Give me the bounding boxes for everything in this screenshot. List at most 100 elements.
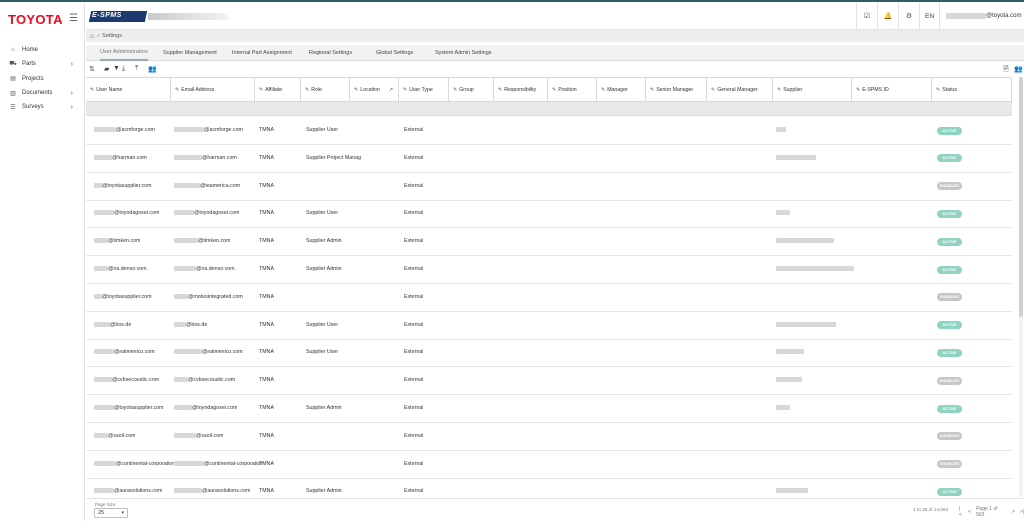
label-icon[interactable]: ▰ [104,65,109,73]
tab-regional-settings[interactable]: Regional Settings [309,45,352,61]
tab-internal-part-assignment[interactable]: Internal Part Assignment [232,45,292,61]
sidebar-item-projects[interactable]: ▤ Projects [0,72,85,86]
cell-user-type-text: External [404,432,424,439]
sidebar-item-home[interactable]: ⌂ Home [0,43,85,57]
tab-system-admin-settings[interactable]: System Admin Settings [435,45,492,61]
sort-icon[interactable]: ⇅ [89,65,95,73]
status-badge: ACTIVE [937,209,962,218]
pencil-icon: ✎ [777,87,782,93]
table-row[interactable]: @ssoil.com @ssoil.com TMNA External DISABLED [86,423,1012,451]
table-row[interactable]: @toyotasupplier.com @toyodagosei.com TMNA S… [86,395,1012,423]
column-header-status[interactable]: ✎ Status [932,78,1012,102]
table-row[interactable]: @toyodagosei.com @toyodagosei.com TMNA Supp… [86,200,1012,229]
last-page-icon[interactable]: >| [1020,509,1024,515]
tab-supplier-management[interactable]: Supplier Management [163,45,217,61]
table-row[interactable]: @bos.de @bos.de TMNA Supplier User External A… [86,312,1012,340]
table-row[interactable]: @aurasolutions.com @aurasolutions.com TMNA… [86,478,1012,498]
cell-role: Supplier Admin [306,488,342,494]
cell-user-name-text: @toyodagosei.com [114,210,160,217]
grid-filter-row[interactable] [86,102,1012,116]
column-header-user-type[interactable]: ✎ User Type [399,78,449,102]
sidebar-item-parts[interactable]: ⛟ Parts › [0,57,85,71]
column-header-group[interactable]: ✎ Group [449,78,494,102]
pencil-icon: ✎ [453,87,458,93]
column-header-affiliate[interactable]: ✎ Affiliate [255,78,301,102]
redacted-supplier [776,488,808,494]
download-icon[interactable]: ⤓ [122,65,125,73]
settings-gear-icon[interactable]: ⚙ [898,2,919,30]
sidebar-item-label: Parts [22,61,37,68]
table-row[interactable]: @na.denso.com @na.denso.com TMNA Supplier A… [86,256,1012,284]
upload-icon[interactable]: ⤒ [135,65,138,73]
table-row[interactable]: @harman.com @harman.com TMNA Supplier Proje… [86,145,1012,173]
column-header-user-name[interactable]: ✎ User Name [86,78,171,102]
column-header-responsibility[interactable]: ✎ Responsibility [494,78,548,102]
status-badge: ACTIVE [937,404,962,413]
next-page-icon[interactable]: > [1012,509,1015,515]
table-row[interactable]: @continental-corporation @continental-cor… [86,451,1012,479]
hamburger-menu-icon[interactable]: ☰ [69,13,78,24]
cell-role: Supplier User [306,322,338,328]
cell-user-type: External [404,433,423,439]
home-icon[interactable]: ⌂ [90,33,94,40]
column-header-location[interactable]: ✎ Location ↗ [350,78,399,102]
table-row[interactable]: @cvbsecoustic.com @cvbsecoustic.com TMNA Ex… [86,367,1012,396]
notifications-bell-icon[interactable]: 🔔 [877,2,898,30]
page-size-select[interactable]: 25 ▾ [94,508,128,518]
cell-user-name-text: @continental-corporation [116,460,176,467]
redacted-text [174,488,202,494]
scrollbar-thumb[interactable] [1019,77,1023,317]
cell-user-type: External [404,238,423,244]
redacted-text [174,154,202,160]
vertical-scrollbar[interactable] [1019,77,1023,497]
users-icon[interactable]: 👥 [148,65,157,73]
user-account-menu[interactable]: @toyota.com [939,2,1024,30]
cell-affiliate-text: TMNA [259,432,275,439]
redacted-supplier [776,154,816,160]
status-badge: DISABLED [937,376,962,385]
tasks-checkbox-icon[interactable]: ☑ [856,2,877,30]
cell-user-type: External [404,488,423,494]
column-header-label: Location [360,87,380,93]
redacted-text [174,432,196,438]
filter-icon[interactable]: ▼ [113,65,120,72]
sidebar-item-surveys[interactable]: ☰ Surveys › [0,100,85,114]
cell-user-type-text: External [404,293,424,300]
export-document-icon[interactable]: 🗎 [1003,65,1009,76]
column-header-supplier[interactable]: ✎ Supplier [773,78,852,102]
tab-global-settings[interactable]: Global Settings [376,45,413,61]
table-row[interactable]: @toyotasupplier.com @teamerica.com TMNA Ext… [86,173,1012,201]
column-header-senior-manager[interactable]: ✎ Senior Manager [646,78,707,102]
toyota-logo[interactable]: TOYOTA [8,12,63,27]
redacted-text [174,293,188,299]
cell-user-type: External [404,266,423,272]
chevron-down-icon: ▾ [121,510,124,516]
redacted-text [174,405,192,411]
previous-page-icon[interactable]: < [968,509,971,515]
table-row[interactable]: @timken.com @timken.com TMNA Supplier Admin… [86,228,1012,257]
sidebar-item-documents[interactable]: ▥ Documents › [0,86,85,100]
cell-user-type-text: External [404,405,424,411]
redacted-supplier [776,266,854,271]
column-header-role[interactable]: ✎ Role [301,78,350,102]
column-header-e-spms-id[interactable]: ✎ E-SPMS ID [852,78,932,102]
column-header-general-manager[interactable]: ✎ General Manager [707,78,773,102]
pagination: |< < Page 1 of 563 > >| [959,506,1024,518]
tab-user-administration[interactable]: User Administration [100,45,148,61]
language-selector[interactable]: EN [919,2,939,30]
pencil-icon: ✎ [259,87,264,93]
cell-email-text: @timken.com [198,238,231,245]
column-header-email-address[interactable]: ✎ Email Address [171,78,255,102]
table-row[interactable]: @nalmexico.com @nalmexico.com TMNA Supplier… [86,339,1012,368]
table-row[interactable]: @toyotasupplier.com @motusintegrated.com T… [86,284,1012,312]
add-user-icon[interactable]: 👥 [1014,65,1023,73]
redacted-text [94,127,116,133]
first-page-icon[interactable]: |< [959,506,963,518]
column-header-position[interactable]: ✎ Position [548,78,597,102]
column-header-manager[interactable]: ✎ Manager [597,78,646,102]
column-header-label: Manager [607,87,628,93]
sort-arrow-icon: ↗ [388,87,394,93]
table-row[interactable]: @acmforge.com @acmforge.com TMNA Supplier U… [86,117,1012,145]
status-badge: DISABLED [937,432,962,441]
cell-user-name-text: @cvbsecoustic.com [112,377,160,384]
